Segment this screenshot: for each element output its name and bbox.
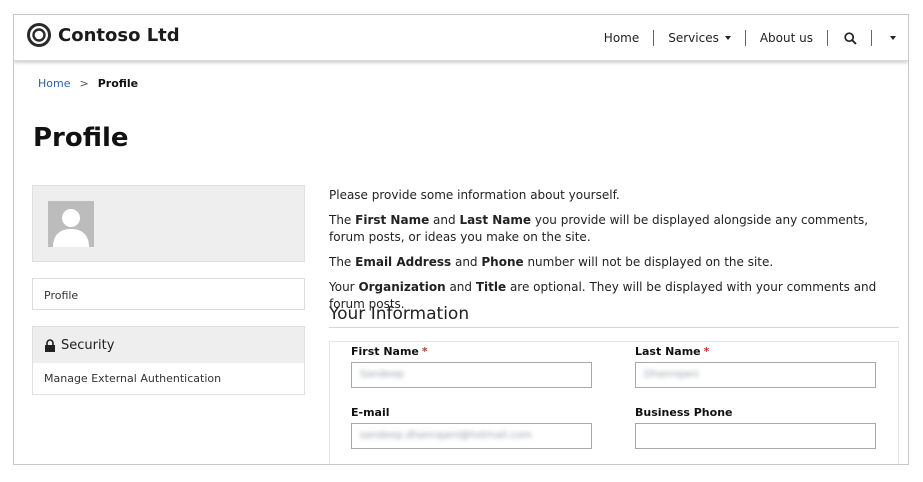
avatar[interactable] — [48, 201, 94, 247]
business-phone-label: Business Phone — [635, 406, 733, 419]
breadcrumb-home-link[interactable]: Home — [38, 77, 70, 90]
nav-home-label: Home — [603, 31, 640, 45]
security-heading-label: Security — [61, 337, 115, 353]
intro-line-3: The Email Address and Phone number will … — [329, 255, 774, 269]
main-nav: Home Services About us — [590, 15, 902, 61]
brand[interactable]: Contoso Ltd — [27, 23, 180, 47]
browser-viewport: Contoso Ltd Home Services About us Home … — [13, 14, 909, 465]
search-button[interactable] — [828, 30, 872, 46]
contoso-logo-icon — [27, 23, 51, 47]
intro-line-1: Please provide some information about yo… — [329, 188, 620, 202]
business-phone-field[interactable] — [635, 423, 876, 449]
security-heading: Security — [33, 327, 304, 363]
breadcrumb-separator: > — [79, 77, 89, 90]
first-name-field[interactable]: Sandeep — [351, 362, 592, 388]
your-information-form: First Name * Sandeep Last Name * Dhanrajan… — [329, 341, 899, 464]
sidebar-item-manage-external-authentication[interactable]: Manage External Authentication — [33, 363, 304, 385]
required-marker: * — [421, 345, 428, 358]
user-avatar-icon — [48, 201, 94, 247]
brand-name: Contoso Ltd — [58, 24, 180, 46]
last-name-value: Dhanrajani — [644, 369, 699, 380]
email-value: sandeep.dhanrajani@hotmail.com — [360, 430, 532, 441]
breadcrumb: Home > Profile — [38, 77, 138, 90]
lock-icon — [45, 338, 55, 352]
email-label: E-mail — [351, 406, 390, 419]
sidebar-item-profile[interactable]: Profile — [32, 278, 305, 310]
nav-about-label: About us — [759, 31, 813, 45]
first-name-value: Sandeep — [360, 369, 404, 380]
nav-services-label: Services — [668, 31, 719, 45]
search-icon — [844, 31, 857, 45]
intro-line-2: The First Name and Last Name you provide… — [329, 213, 869, 244]
breadcrumb-current: Profile — [97, 77, 139, 90]
page-title: Profile — [33, 123, 129, 153]
your-information-heading: Your Information — [329, 304, 899, 328]
chevron-down-icon — [724, 36, 731, 40]
intro-text: Please provide some information about yo… — [329, 187, 899, 321]
site-header: Contoso Ltd Home Services About us — [14, 15, 908, 61]
last-name-label: Last Name * — [635, 345, 710, 358]
required-marker: * — [703, 345, 710, 358]
email-field[interactable]: sandeep.dhanrajani@hotmail.com — [351, 423, 592, 449]
nav-home[interactable]: Home — [590, 30, 655, 46]
chevron-down-icon — [890, 36, 896, 40]
first-name-label: First Name * — [351, 345, 428, 358]
avatar-panel — [32, 185, 305, 262]
nav-services[interactable]: Services — [654, 30, 746, 46]
security-panel: Security Manage External Authentication — [32, 326, 305, 395]
user-menu-button[interactable] — [872, 30, 902, 46]
last-name-field[interactable]: Dhanrajani — [635, 362, 876, 388]
nav-about-us[interactable]: About us — [746, 30, 828, 46]
